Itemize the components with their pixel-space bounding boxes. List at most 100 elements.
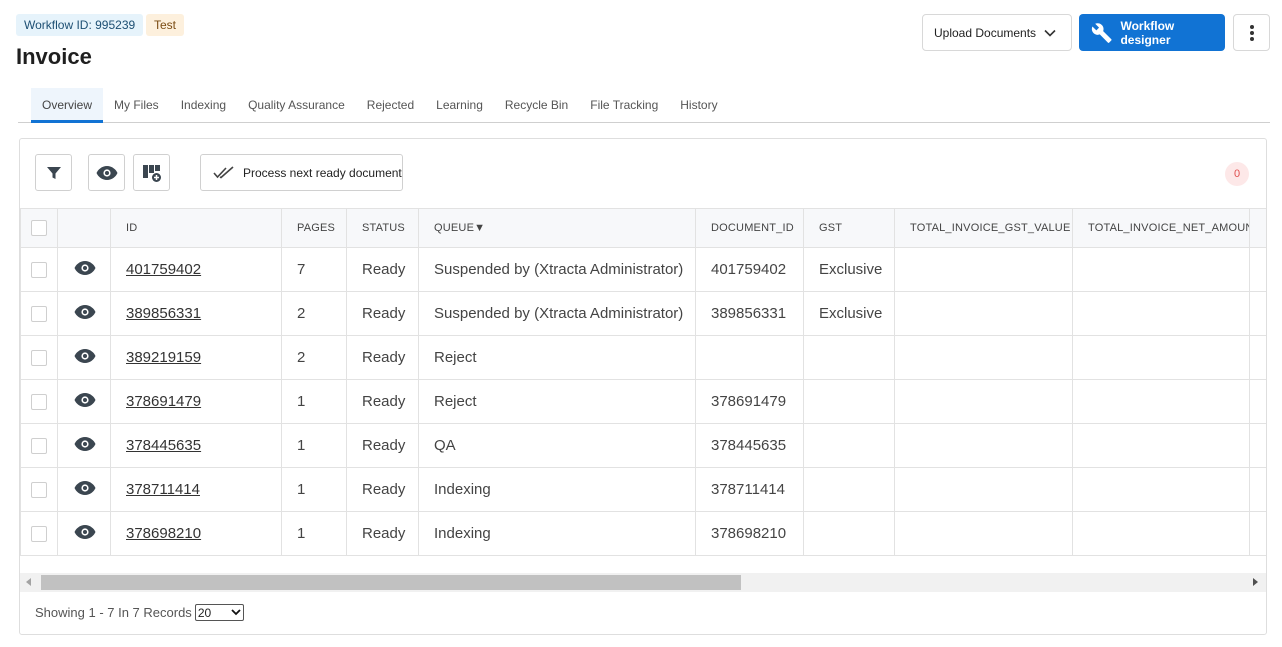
- tab-overview[interactable]: Overview: [31, 88, 104, 123]
- records-summary: Showing 1 - 7 In 7 Records: [35, 605, 192, 620]
- cell-queue: Reject: [418, 335, 696, 380]
- document-id-link[interactable]: 378698210: [126, 525, 201, 542]
- row-view-cell: [57, 379, 111, 424]
- filter-icon: [46, 166, 61, 179]
- document-id-link[interactable]: 389219159: [126, 349, 201, 366]
- row-checkbox[interactable]: [31, 306, 47, 323]
- table-row[interactable]: 389219159 2 Ready Reject: [20, 335, 1266, 380]
- tab-learning[interactable]: Learning: [425, 88, 494, 122]
- tab-my-files[interactable]: My Files: [103, 88, 170, 122]
- cell-overflow: [1249, 247, 1266, 292]
- wrench-icon: [1091, 22, 1112, 43]
- document-id-link[interactable]: 378691479: [126, 393, 201, 410]
- eye-icon[interactable]: [74, 392, 96, 407]
- cell-gst: [803, 511, 895, 556]
- workflow-designer-label: Workflow designer: [1120, 18, 1175, 47]
- scroll-right-arrow-icon[interactable]: [1253, 578, 1258, 586]
- table-row[interactable]: 401759402 7 Ready Suspended by (Xtracta Adm…: [20, 247, 1266, 292]
- cell-gst: [803, 423, 895, 468]
- row-select-cell: [20, 511, 58, 556]
- cell-total-gst: [894, 467, 1073, 512]
- cell-pages: 1: [281, 467, 347, 512]
- cell-pages: 1: [281, 423, 347, 468]
- tab-history[interactable]: History: [669, 88, 728, 122]
- eye-icon[interactable]: [74, 304, 96, 319]
- horizontal-scrollbar[interactable]: [20, 573, 1266, 592]
- cell-total-net: [1072, 379, 1250, 424]
- page-size-select[interactable]: 20: [194, 604, 244, 621]
- document-id-link[interactable]: 401759402: [126, 261, 201, 278]
- column-header-gst[interactable]: GST: [803, 208, 895, 248]
- row-checkbox[interactable]: [31, 482, 47, 499]
- table-row[interactable]: 378711414 1 Ready Indexing 378711414: [20, 467, 1266, 512]
- process-next-document-button[interactable]: Process next ready document: [200, 154, 403, 191]
- cell-status: Ready: [346, 291, 419, 336]
- scroll-left-arrow-icon[interactable]: [26, 578, 31, 586]
- kebab-icon: [1249, 24, 1254, 41]
- table-row[interactable]: 389856331 2 Ready Suspended by (Xtracta Adm…: [20, 291, 1266, 336]
- upload-documents-button[interactable]: Upload Documents: [922, 14, 1072, 51]
- tab-recycle-bin[interactable]: Recycle Bin: [494, 88, 579, 122]
- documents-table: ID PAGES STATUS QUEUE▼ DOCUMENT_ID GST T…: [20, 208, 1266, 556]
- eye-icon[interactable]: [74, 260, 96, 275]
- tab-quality-assurance[interactable]: Quality Assurance: [237, 88, 356, 122]
- document-id-link[interactable]: 389856331: [126, 305, 201, 322]
- cell-status: Ready: [346, 423, 419, 468]
- cell-queue: QA: [418, 423, 696, 468]
- row-checkbox[interactable]: [31, 526, 47, 543]
- row-view-cell: [57, 335, 111, 380]
- table-row[interactable]: 378698210 1 Ready Indexing 378698210: [20, 511, 1266, 556]
- row-select-cell: [20, 335, 58, 380]
- cell-total-gst: [894, 423, 1073, 468]
- row-view-cell: [57, 247, 111, 292]
- cell-total-net: [1072, 335, 1250, 380]
- column-header-document-id[interactable]: DOCUMENT_ID: [695, 208, 804, 248]
- column-header-total-gst[interactable]: TOTAL_INVOICE_GST_VALUE: [894, 208, 1073, 248]
- cell-pages: 1: [281, 511, 347, 556]
- eye-icon[interactable]: [74, 348, 96, 363]
- page-size-value: 20: [197, 605, 212, 620]
- cell-gst: Exclusive: [803, 291, 895, 336]
- cell-document-id: 378711414: [695, 467, 804, 512]
- cell-id: 401759402: [110, 247, 282, 292]
- eye-icon[interactable]: [74, 436, 96, 451]
- cell-overflow: [1249, 379, 1266, 424]
- tab-indexing[interactable]: Indexing: [170, 88, 237, 122]
- cell-document-id: [695, 335, 804, 380]
- filter-button[interactable]: [35, 154, 72, 191]
- column-header-status[interactable]: STATUS: [346, 208, 419, 248]
- row-view-cell: [57, 291, 111, 336]
- tab-file-tracking[interactable]: File Tracking: [579, 88, 669, 122]
- row-checkbox[interactable]: [31, 350, 47, 367]
- table-row[interactable]: 378691479 1 Ready Reject 378691479: [20, 379, 1266, 424]
- workflow-designer-button[interactable]: Workflow designer: [1079, 14, 1225, 51]
- eye-icon[interactable]: [74, 524, 96, 539]
- column-header-id[interactable]: ID: [110, 208, 282, 248]
- row-checkbox[interactable]: [31, 394, 47, 411]
- column-header-queue[interactable]: QUEUE▼: [418, 208, 696, 248]
- column-header-pages[interactable]: PAGES: [281, 208, 347, 248]
- view-toggle-button[interactable]: [88, 154, 125, 191]
- column-header-total-net[interactable]: TOTAL_INVOICE_NET_AMOUNT: [1072, 208, 1250, 248]
- row-checkbox[interactable]: [31, 262, 47, 279]
- select-all-checkbox[interactable]: [31, 220, 47, 236]
- more-options-button[interactable]: [1233, 14, 1270, 51]
- table-row[interactable]: 378445635 1 Ready QA 378445635: [20, 423, 1266, 468]
- column-settings-button[interactable]: [133, 154, 170, 191]
- cell-document-id: 378691479: [695, 379, 804, 424]
- document-id-link[interactable]: 378711414: [126, 481, 200, 498]
- document-id-link[interactable]: 378445635: [126, 437, 201, 454]
- select-all-cell: [20, 208, 58, 248]
- cell-overflow: [1249, 291, 1266, 336]
- cell-overflow: [1249, 467, 1266, 512]
- cell-total-gst: [894, 291, 1073, 336]
- eye-icon[interactable]: [74, 480, 96, 495]
- tab-rejected[interactable]: Rejected: [356, 88, 425, 122]
- scrollbar-thumb[interactable]: [41, 575, 741, 590]
- row-checkbox[interactable]: [31, 438, 47, 455]
- notification-count-badge: 0: [1225, 162, 1249, 186]
- row-view-cell: [57, 511, 111, 556]
- cell-gst: [803, 467, 895, 512]
- chevron-down-icon: [231, 609, 241, 616]
- cell-id: 378691479: [110, 379, 282, 424]
